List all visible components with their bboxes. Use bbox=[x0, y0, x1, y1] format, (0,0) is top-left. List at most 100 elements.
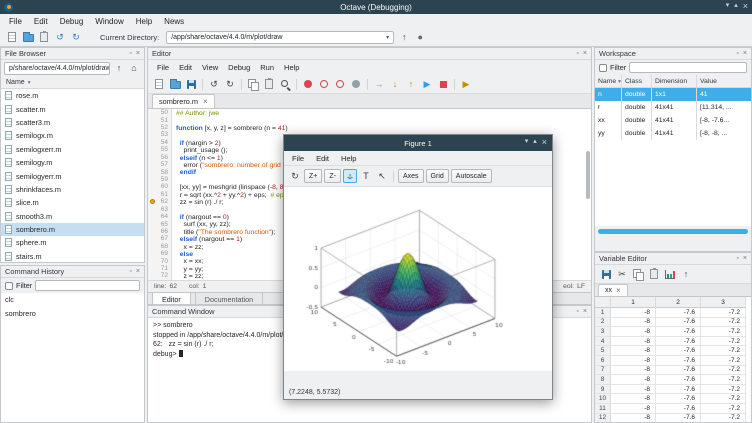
row-header[interactable]: 10 bbox=[595, 394, 611, 404]
row-header[interactable]: 3 bbox=[595, 327, 611, 337]
grid-cell[interactable]: -7.6 bbox=[656, 394, 701, 404]
grid-cell[interactable]: -7.2 bbox=[701, 394, 746, 404]
menu-news[interactable]: News bbox=[158, 17, 190, 26]
undock-icon[interactable] bbox=[129, 266, 131, 278]
file-row[interactable]: sombrero.m bbox=[1, 223, 144, 236]
step-in-icon[interactable]: ↓ bbox=[388, 77, 402, 91]
title-bar[interactable]: Octave (Debugging) bbox=[0, 0, 752, 14]
row-header[interactable]: 6 bbox=[595, 356, 611, 366]
grid-cell[interactable]: -8 bbox=[611, 308, 656, 318]
maximize-button[interactable] bbox=[734, 0, 738, 15]
file-row[interactable]: scatter.m bbox=[1, 102, 144, 115]
step-icon[interactable]: → bbox=[372, 77, 386, 91]
figure-canvas[interactable] bbox=[284, 187, 552, 371]
file-row[interactable]: smooth3.m bbox=[1, 210, 144, 223]
cut-icon[interactable]: ✂ bbox=[615, 267, 629, 281]
grid-cell[interactable]: -7.6 bbox=[656, 404, 701, 414]
column-header[interactable]: 1 bbox=[611, 297, 656, 308]
row-header[interactable]: 8 bbox=[595, 375, 611, 385]
close-icon[interactable] bbox=[136, 48, 140, 60]
grid-cell[interactable]: -7.6 bbox=[656, 346, 701, 356]
undock-icon[interactable] bbox=[736, 253, 738, 265]
clear-breakpoints-icon[interactable] bbox=[349, 77, 363, 91]
grid-cell[interactable]: -8 bbox=[611, 327, 656, 337]
file-row[interactable]: sphere.m bbox=[1, 236, 144, 249]
figure-menu-file[interactable]: File bbox=[286, 154, 310, 163]
open-file-icon[interactable] bbox=[168, 77, 182, 91]
grid-cell[interactable]: -7.6 bbox=[656, 318, 701, 328]
figure-menu-help[interactable]: Help bbox=[335, 154, 362, 163]
grid-cell[interactable]: -7.2 bbox=[701, 414, 746, 422]
grid-cell[interactable]: -8 bbox=[611, 394, 656, 404]
axes-button[interactable]: Axes bbox=[398, 169, 424, 183]
file-row[interactable]: rose.m bbox=[1, 89, 144, 102]
up-directory-icon[interactable]: ↑ bbox=[112, 61, 126, 75]
undo-icon[interactable]: ↺ bbox=[207, 77, 221, 91]
editor-menu-edit[interactable]: Edit bbox=[174, 63, 197, 72]
browse-directory-icon[interactable]: ● bbox=[413, 30, 427, 44]
editor-menu-view[interactable]: View bbox=[197, 63, 223, 72]
file-row[interactable]: scatter3.m bbox=[1, 116, 144, 129]
close-tab-icon[interactable] bbox=[203, 98, 208, 106]
file-row[interactable]: semilogxerr.m bbox=[1, 143, 144, 156]
row-header[interactable]: 12 bbox=[595, 414, 611, 422]
up-directory-icon[interactable]: ↑ bbox=[397, 30, 411, 44]
figure-title-bar[interactable]: Figure 1 bbox=[284, 135, 552, 151]
editor-menu-run[interactable]: Run bbox=[255, 63, 279, 72]
minimize-button[interactable] bbox=[525, 135, 529, 151]
close-button[interactable] bbox=[743, 0, 748, 15]
table-row[interactable]: rdouble41x41[11.314, ... bbox=[595, 101, 751, 114]
row-header[interactable]: 4 bbox=[595, 337, 611, 347]
column-header[interactable]: 2 bbox=[656, 297, 701, 308]
close-icon[interactable] bbox=[583, 48, 587, 60]
row-header[interactable]: 11 bbox=[595, 404, 611, 414]
close-icon[interactable] bbox=[136, 266, 140, 278]
grid-cell[interactable]: -8 bbox=[611, 404, 656, 414]
history-item[interactable]: sombrero bbox=[1, 306, 144, 319]
grid-corner[interactable] bbox=[595, 297, 611, 308]
table-row[interactable]: xxdouble41x41[-8, -7.6... bbox=[595, 114, 751, 127]
copy-icon[interactable] bbox=[246, 77, 260, 91]
quit-debug-icon[interactable] bbox=[436, 77, 450, 91]
grid-button[interactable]: Grid bbox=[426, 169, 449, 183]
grid-cell[interactable]: -8 bbox=[611, 385, 656, 395]
editor-menu-file[interactable]: File bbox=[152, 63, 174, 72]
editor-menu-debug[interactable]: Debug bbox=[223, 63, 255, 72]
grid-cell[interactable]: -7.6 bbox=[656, 327, 701, 337]
file-row[interactable]: slice.m bbox=[1, 196, 144, 209]
grid-cell[interactable]: -8 bbox=[611, 337, 656, 347]
undo-icon[interactable]: ↺ bbox=[53, 30, 67, 44]
menu-edit[interactable]: Edit bbox=[28, 17, 54, 26]
grid-cell[interactable]: -8 bbox=[611, 366, 656, 376]
column-header[interactable]: 3 bbox=[701, 297, 746, 308]
open-file-icon[interactable] bbox=[21, 30, 35, 44]
undock-icon[interactable] bbox=[576, 306, 578, 318]
save-variable-icon[interactable] bbox=[599, 267, 613, 281]
step-out-icon[interactable]: ↑ bbox=[404, 77, 418, 91]
tab-editor[interactable]: Editor bbox=[152, 293, 191, 305]
grid-cell[interactable]: -7.6 bbox=[656, 308, 701, 318]
file-row[interactable]: semilogy.m bbox=[1, 156, 144, 169]
code-line[interactable]: function [x, y, z] = sombrero (n = 41) bbox=[172, 124, 591, 131]
file-row[interactable]: shrinkfaces.m bbox=[1, 183, 144, 196]
filter-checkbox[interactable] bbox=[5, 282, 13, 290]
code-line[interactable]: ## Author: jwe bbox=[172, 109, 591, 116]
column-header-name[interactable]: Name bbox=[595, 75, 622, 87]
grid-cell[interactable]: -7.6 bbox=[656, 337, 701, 347]
tab-documentation[interactable]: Documentation bbox=[195, 293, 263, 305]
filter-checkbox[interactable] bbox=[599, 64, 607, 72]
row-header[interactable]: 7 bbox=[595, 366, 611, 376]
run-file-icon[interactable]: ▶ bbox=[459, 77, 473, 91]
row-header[interactable]: 2 bbox=[595, 318, 611, 328]
up-level-icon[interactable]: ↑ bbox=[679, 267, 693, 281]
paste-icon[interactable] bbox=[262, 77, 276, 91]
editor-scrollbar[interactable] bbox=[586, 151, 590, 199]
file-row[interactable]: semilogyerr.m bbox=[1, 169, 144, 182]
toggle-breakpoint-icon[interactable] bbox=[301, 77, 315, 91]
filter-input[interactable] bbox=[629, 62, 747, 73]
grid-cell[interactable]: -7.2 bbox=[701, 337, 746, 347]
new-script-icon[interactable] bbox=[5, 30, 19, 44]
table-row[interactable]: ndouble1x141 bbox=[595, 88, 751, 101]
table-row[interactable]: yydouble41x41[-8, -8, ... bbox=[595, 127, 751, 140]
grid-cell[interactable]: -7.2 bbox=[701, 346, 746, 356]
